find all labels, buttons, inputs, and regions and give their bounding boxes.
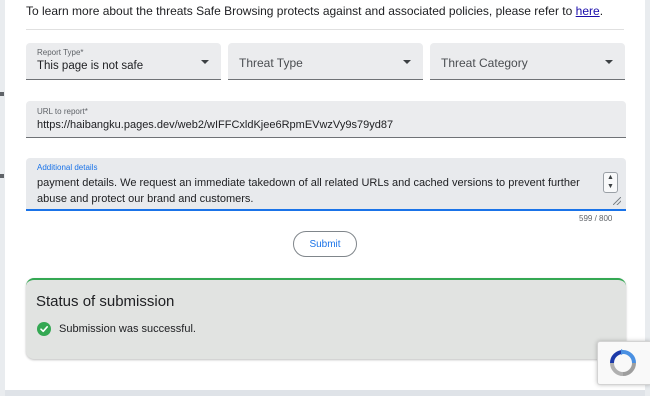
chevron-down-icon bbox=[403, 60, 411, 64]
check-circle-icon bbox=[37, 322, 51, 336]
scroll-stepper-icon[interactable]: ▲ ▼ bbox=[603, 172, 618, 193]
url-input[interactable]: URL to report* https://haibangku.pages.d… bbox=[26, 101, 626, 138]
resize-handle-icon[interactable] bbox=[613, 197, 621, 205]
policy-info-text: To learn more about the threats Safe Bro… bbox=[26, 4, 603, 18]
additional-details-label: Additional details bbox=[37, 163, 98, 172]
chevron-down-icon bbox=[201, 60, 209, 64]
edge-marker bbox=[0, 174, 4, 178]
recaptcha-logo-icon bbox=[610, 349, 636, 376]
page-scrollbar[interactable] bbox=[645, 0, 650, 396]
status-message: Submission was successful. bbox=[59, 323, 196, 335]
recaptcha-badge[interactable] bbox=[597, 341, 650, 385]
report-type-select[interactable]: Report Type* This page is not safe bbox=[26, 43, 221, 80]
report-type-label: Report Type* bbox=[37, 48, 84, 57]
report-form-page: To learn more about the threats Safe Bro… bbox=[5, 0, 646, 390]
edge-marker bbox=[0, 92, 4, 96]
additional-details-value: payment details. We request an immediate… bbox=[37, 177, 580, 205]
status-card: Status of submission Submission was succ… bbox=[26, 278, 626, 359]
status-title: Status of submission bbox=[36, 293, 175, 310]
report-type-value: This page is not safe bbox=[37, 60, 144, 72]
threat-category-placeholder: Threat Category bbox=[441, 56, 528, 70]
url-label: URL to report* bbox=[37, 107, 88, 116]
character-counter: 599 / 800 bbox=[579, 214, 613, 223]
threat-type-select[interactable]: Threat Type bbox=[228, 43, 423, 80]
additional-details-textarea[interactable]: Additional details payment details. We r… bbox=[26, 158, 626, 211]
policy-link[interactable]: here bbox=[576, 4, 600, 18]
url-value: https://haibangku.pages.dev/web2/wIFFCxl… bbox=[37, 119, 394, 131]
policy-info-suffix: . bbox=[599, 4, 604, 18]
threat-type-placeholder: Threat Type bbox=[239, 56, 303, 70]
chevron-down-icon bbox=[605, 60, 613, 64]
policy-info-label: To learn more about the threats Safe Bro… bbox=[26, 4, 576, 18]
submit-button[interactable]: Submit bbox=[293, 231, 357, 257]
divider bbox=[26, 29, 624, 30]
threat-category-select[interactable]: Threat Category bbox=[430, 43, 625, 80]
